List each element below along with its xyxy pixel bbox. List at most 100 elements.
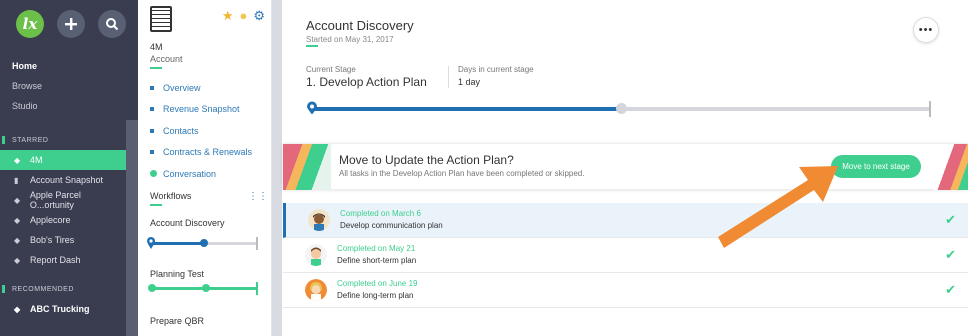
lightbulb-icon[interactable]: ●: [239, 8, 247, 24]
starred-item-label: Account Snapshot: [30, 175, 104, 185]
subnav-link-label: Contacts: [163, 125, 199, 136]
spreadsheet-icon[interactable]: [150, 6, 172, 32]
nav-scrollbar[interactable]: [126, 120, 138, 336]
bar-chart-icon: ▮: [14, 175, 19, 185]
stage-progress-fill: [311, 107, 621, 111]
account-name: 4M: [150, 42, 163, 52]
left-navigation: lx Home Browse Studio STARRED ◆ 4M ▮ Accoun…: [0, 0, 138, 336]
workflow-name[interactable]: Account Discovery: [150, 218, 225, 228]
starred-item-label: Bob's Tires: [30, 235, 75, 245]
starred-item-label: 4M: [30, 155, 43, 165]
task-name: Define short-term plan: [337, 256, 417, 265]
divider: [448, 66, 449, 88]
stage-node: [202, 284, 210, 292]
task-row[interactable]: Completed on June 19 Define long-term pl…: [283, 273, 968, 308]
bullet-icon: [150, 107, 154, 112]
nav-studio[interactable]: Studio: [12, 96, 42, 116]
days-value: 1 day: [458, 77, 481, 87]
starred-item[interactable]: ◆ Applecore: [0, 210, 126, 230]
pin-icon: ◆: [14, 255, 21, 265]
task-status: Completed on March 6: [340, 209, 421, 218]
title-underline: [306, 45, 318, 47]
banner-subtitle: All tasks in the Develop Action Plan hav…: [339, 169, 585, 178]
task-status: Completed on May 21: [337, 244, 416, 253]
ellipsis-icon: •••: [918, 24, 934, 36]
subnav-link-revenue-snapshot[interactable]: Revenue Snapshot: [150, 99, 252, 121]
next-stage-banner: Move to Update the Action Plan? All task…: [283, 143, 968, 190]
location-pin-icon: [147, 237, 155, 249]
chat-icon: [150, 170, 157, 178]
main-panel: Account Discovery Started on May 31, 201…: [283, 0, 968, 336]
more-options-button[interactable]: •••: [913, 17, 939, 43]
avatar: [308, 209, 330, 231]
started-date: Started on May 31, 2017: [306, 35, 394, 44]
task-list: Completed on March 6 Develop communicati…: [283, 203, 968, 308]
recommended-item[interactable]: ◆ ABC Trucking: [0, 300, 90, 318]
workflow-progress: [148, 282, 258, 295]
starred-item[interactable]: ▮ Account Snapshot: [0, 170, 126, 190]
workflows-underline: [150, 204, 162, 206]
banner-title: Move to Update the Action Plan?: [339, 153, 514, 167]
workflow-name[interactable]: Planning Test: [150, 269, 204, 279]
banner-decoration: [934, 144, 968, 190]
starred-item-label: Report Dash: [30, 255, 81, 265]
title-underline: [150, 67, 162, 69]
account-type: Account: [150, 54, 183, 64]
bullet-icon: [150, 128, 154, 133]
workflow-name[interactable]: Prepare QBR: [150, 316, 204, 326]
current-stage-value: 1. Develop Action Plan: [306, 75, 427, 89]
starred-list: ◆ 4M ▮ Account Snapshot ◆ Apple Parcel O...or…: [0, 150, 126, 270]
search-button[interactable]: [98, 10, 126, 38]
pin-icon: ◆: [14, 155, 21, 165]
checkmark-icon: ✔: [945, 282, 956, 297]
location-pin-icon: [307, 101, 317, 115]
banner-decoration: [283, 144, 331, 190]
subnav-link-contacts[interactable]: Contacts: [150, 120, 252, 142]
gear-icon[interactable]: ⚙: [253, 8, 265, 24]
subnav-scrollbar[interactable]: [272, 0, 282, 336]
nav-home[interactable]: Home: [12, 56, 42, 76]
subnav-link-label: Contracts & Renewals: [163, 147, 253, 158]
subnav-link-label: Revenue Snapshot: [163, 104, 240, 115]
subnav-link-contracts[interactable]: Contracts & Renewals: [150, 142, 252, 164]
section-marker: [2, 136, 5, 144]
avatar: [305, 279, 327, 301]
subnav-link-label: Conversation: [163, 168, 217, 179]
task-row[interactable]: Completed on March 6 Develop communicati…: [283, 203, 968, 238]
starred-item-label: Apple Parcel O...ortunity: [29, 190, 81, 210]
track-end: [256, 282, 258, 295]
starred-item[interactable]: ◆ Bob's Tires: [0, 230, 126, 250]
task-row[interactable]: Completed on May 21 Define short-term pl…: [283, 238, 968, 273]
add-button[interactable]: [57, 10, 85, 38]
subnav-link-overview[interactable]: Overview: [150, 77, 252, 99]
annotation-arrow-icon: [718, 166, 838, 248]
stage-node: [148, 284, 156, 292]
search-icon: [106, 18, 119, 31]
starred-item[interactable]: ◆ 4M: [0, 150, 126, 170]
track-end: [256, 237, 258, 250]
subnav-link-conversation[interactable]: Conversation: [150, 163, 252, 185]
track-end: [929, 101, 931, 117]
pin-icon: ◆: [14, 304, 21, 314]
starred-item[interactable]: ◆ Report Dash: [0, 250, 126, 270]
avatar: [305, 244, 327, 266]
starred-item-label: Applecore: [30, 215, 71, 225]
pin-icon: ◆: [14, 215, 21, 225]
task-name: Define long-term plan: [337, 291, 414, 300]
star-icon[interactable]: ★: [222, 8, 234, 24]
workflows-heading: Workflows: [150, 191, 192, 201]
stage-node: [200, 239, 208, 247]
page-title: Account Discovery: [306, 18, 414, 33]
plus-icon: [65, 18, 77, 30]
app-logo-icon[interactable]: lx: [16, 10, 44, 38]
account-subnav: ★ ● ⚙ 4M Account Overview Revenue Snapsh…: [138, 0, 278, 336]
recommended-heading: RECOMMENDED: [12, 286, 74, 293]
task-name: Develop communication plan: [340, 221, 443, 230]
stage-node[interactable]: [616, 103, 627, 114]
pin-icon: ◆: [14, 235, 21, 245]
nav-browse[interactable]: Browse: [12, 76, 42, 96]
bullet-icon: [150, 85, 154, 90]
workflow-progress-fill: [150, 242, 204, 245]
subnav-link-label: Overview: [163, 82, 201, 93]
starred-item[interactable]: ◆ Apple Parcel O...ortunity: [0, 190, 126, 210]
